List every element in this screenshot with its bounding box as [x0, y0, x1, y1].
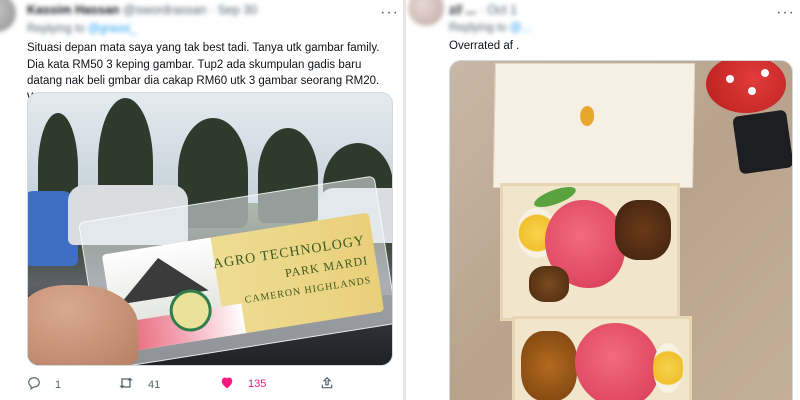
replying-to-label: Replying to: [27, 23, 85, 35]
photo-rendang: [615, 200, 671, 260]
author-handle[interactable]: @swordrassan: [123, 3, 207, 17]
right-tweet: z// ... · Oct 1 ··· Replying to @... Ove…: [406, 0, 800, 400]
heart-icon: [220, 376, 234, 392]
author-avatar[interactable]: [408, 0, 444, 26]
tweet-date[interactable]: Sep 30: [218, 3, 258, 17]
lid-stain: [579, 106, 595, 126]
like-count: 135: [248, 378, 267, 390]
photo-sambal: [529, 266, 569, 302]
photo-egg: [653, 343, 683, 393]
replying-to: Replying to @...: [449, 22, 531, 34]
tweet-date[interactable]: Oct 1: [487, 3, 517, 17]
retweet-button[interactable]: 41: [118, 376, 160, 393]
share-button[interactable]: [320, 376, 348, 393]
tweet-photo[interactable]: AGRO TECHNOLOGY PARK MARDI CAMERON HIGHL…: [27, 92, 393, 366]
author-name[interactable]: z// ...: [449, 3, 476, 17]
reply-button[interactable]: 1: [27, 376, 61, 393]
author-name[interactable]: Kassim Hassan: [27, 3, 119, 17]
reply-icon: [27, 376, 41, 393]
photo-food-box: [500, 182, 680, 321]
replying-to: Replying to @grassi_: [27, 23, 137, 35]
photo-red-cup: [706, 61, 786, 113]
photo-chicken: [521, 331, 577, 400]
more-icon[interactable]: ···: [380, 4, 399, 22]
photo-food-box: [512, 316, 692, 400]
replying-to-handle[interactable]: @...: [510, 22, 531, 34]
more-icon[interactable]: ···: [776, 4, 795, 22]
replying-to-handle[interactable]: @grassi_: [88, 23, 137, 35]
retweet-count: 41: [148, 378, 161, 391]
photo-red-rice: [575, 323, 659, 400]
replying-to-label: Replying to: [449, 22, 507, 34]
share-icon: [320, 376, 334, 393]
photo-phone: [732, 109, 792, 175]
like-button[interactable]: 135: [220, 376, 266, 392]
tweet-header: z// ... · Oct 1: [449, 3, 518, 17]
tweet-text: Overrated af .: [449, 40, 520, 52]
retweet-icon: [118, 376, 134, 393]
author-avatar[interactable]: [0, 0, 16, 32]
photo-hand: [28, 285, 138, 365]
photo-box-lid: [492, 63, 696, 188]
tweet-header: Kassim Hassan @swordrassan · Sep 30: [27, 3, 258, 17]
tweet-photo[interactable]: [449, 60, 793, 400]
left-tweet: Kassim Hassan @swordrassan · Sep 30 ··· …: [0, 0, 404, 400]
card-location: CAMERON HIGHLANDS: [244, 274, 373, 306]
reply-count: 1: [55, 378, 62, 391]
